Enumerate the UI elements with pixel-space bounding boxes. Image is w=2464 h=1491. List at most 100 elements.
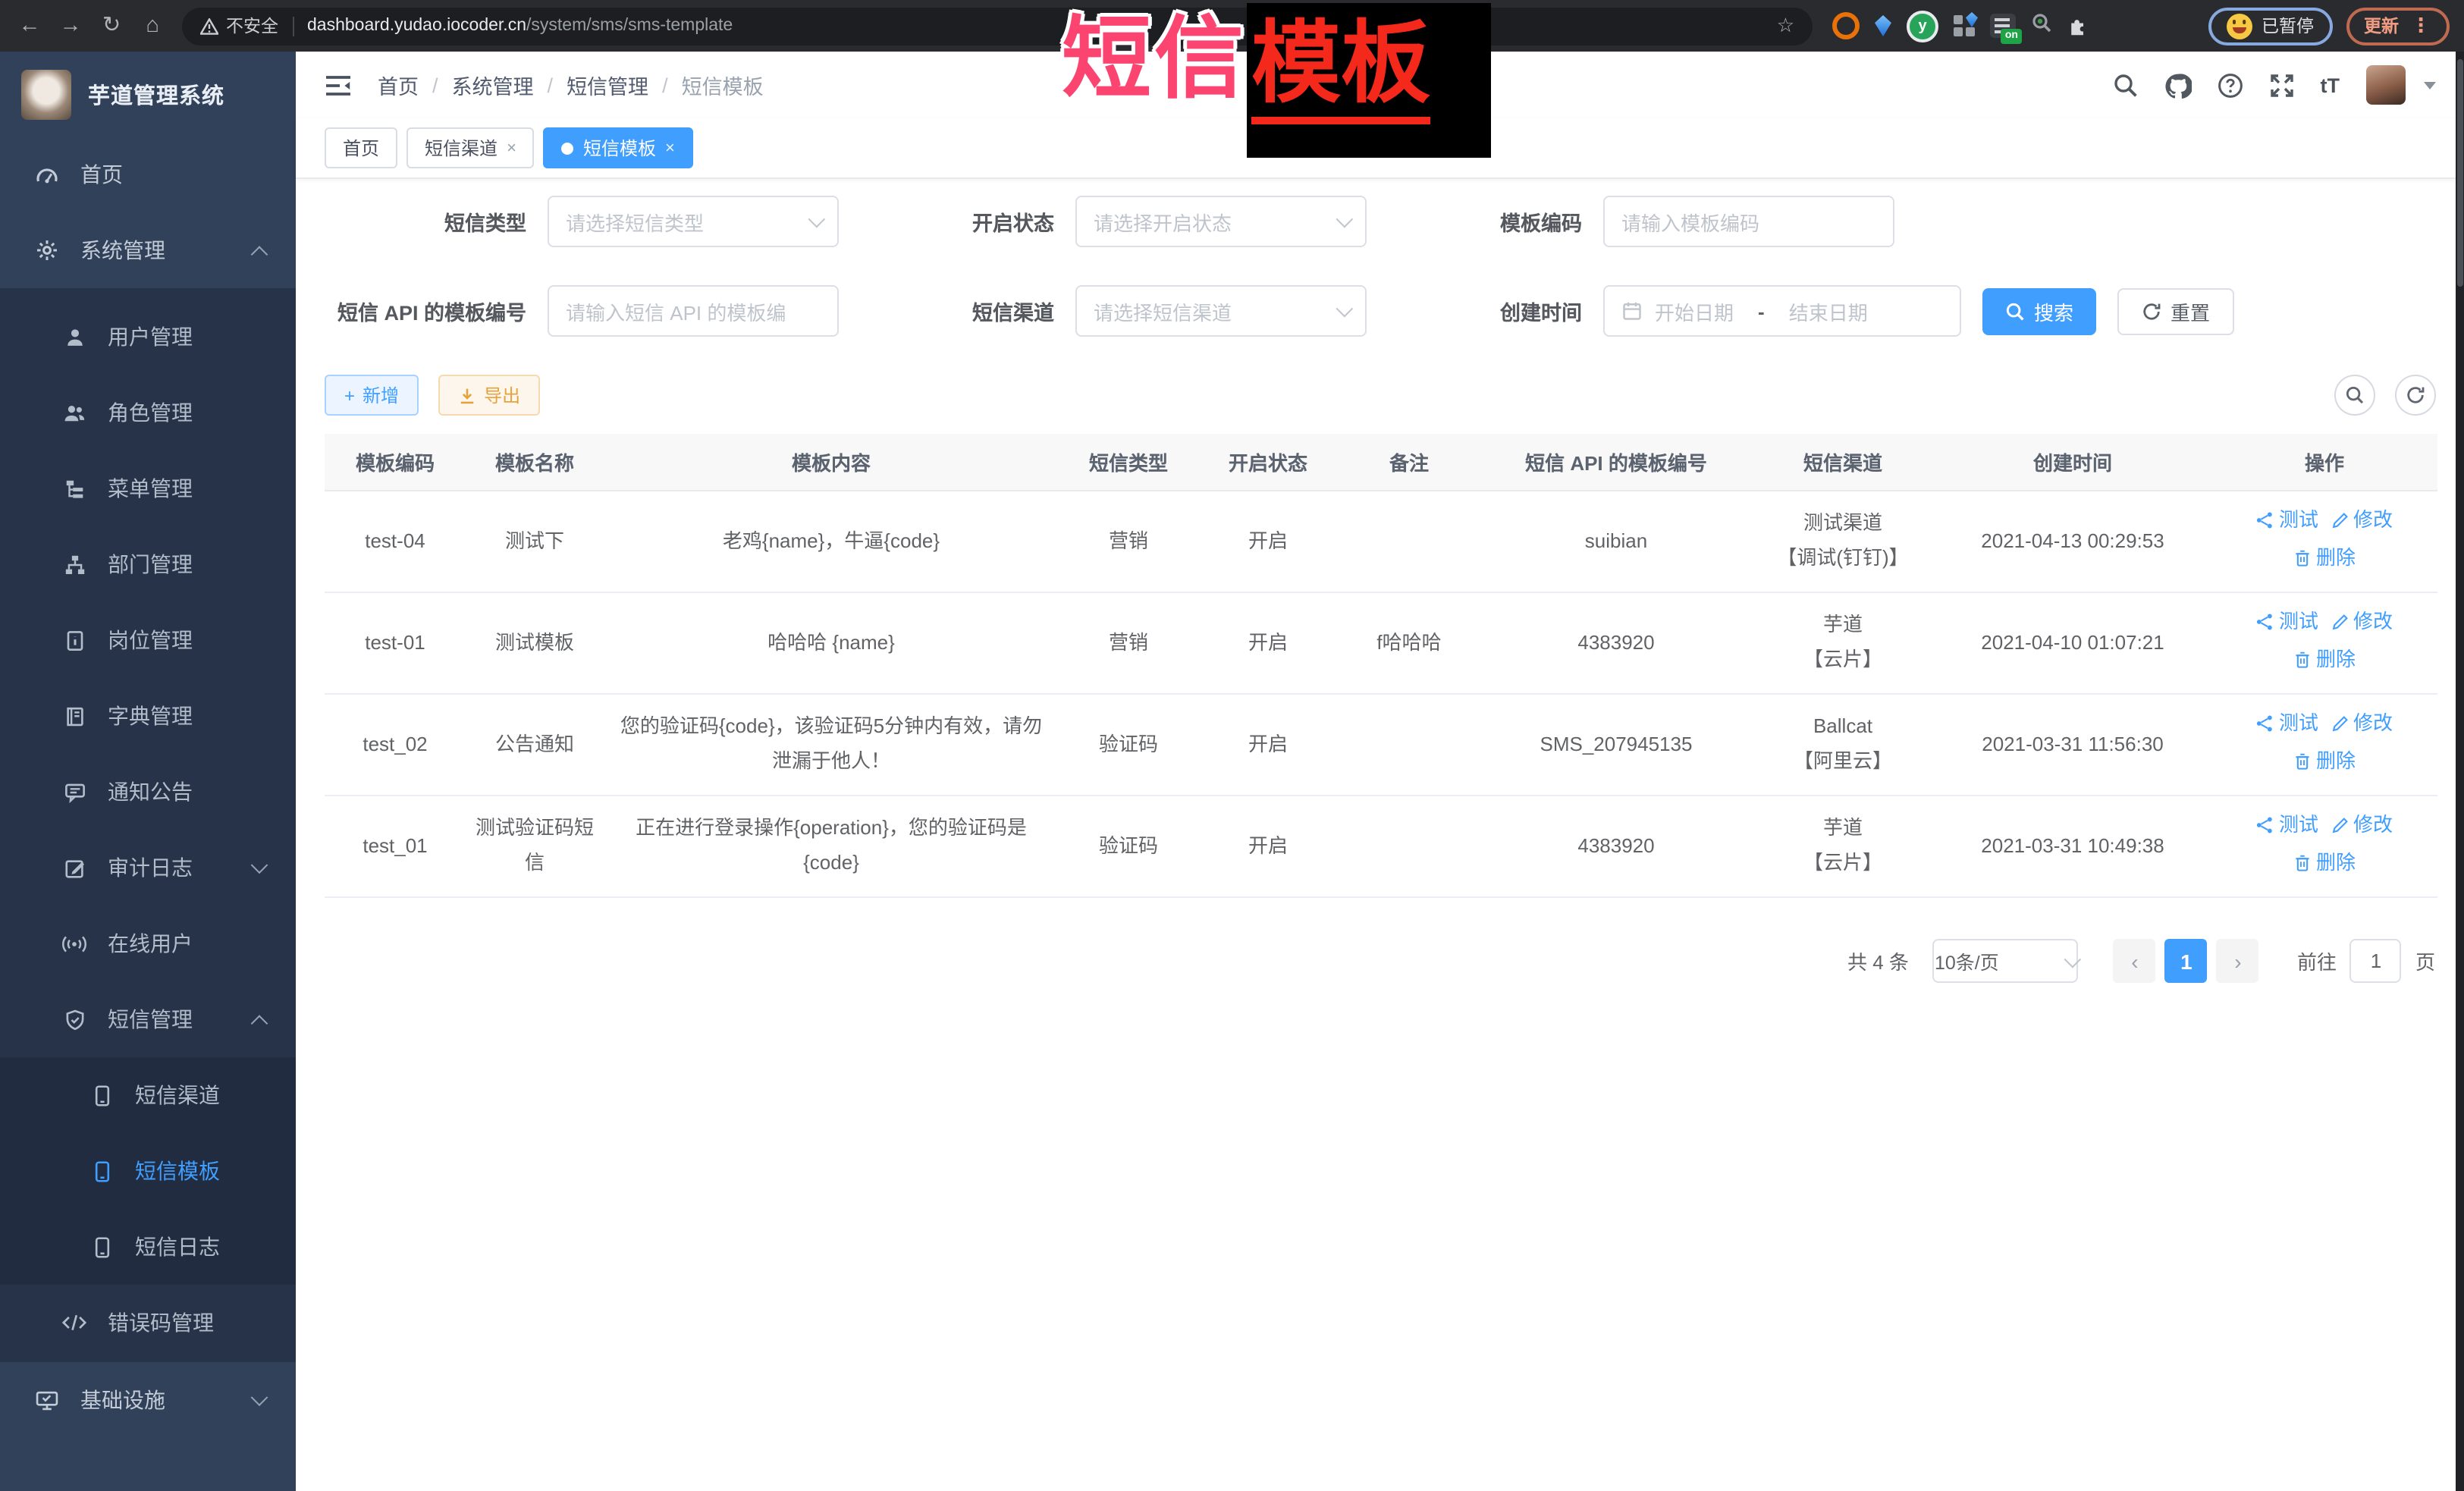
next-page-button[interactable]: ›: [2217, 939, 2259, 983]
close-icon[interactable]: ×: [507, 139, 516, 157]
sidebar-item-online-users[interactable]: 在线用户: [0, 906, 296, 981]
page-1-button[interactable]: 1: [2165, 939, 2208, 983]
sidebar-item-sms-log[interactable]: 短信日志: [0, 1209, 296, 1285]
table-row: test-01 测试模板 哈哈哈 {name} 营销 开启 f哈哈哈 43839…: [325, 592, 2437, 694]
col-actions: 操作: [2211, 434, 2437, 491]
share-icon: [2256, 512, 2274, 530]
app-logo-block[interactable]: 芋道管理系统: [0, 52, 296, 137]
breadcrumb-home[interactable]: 首页: [378, 70, 419, 100]
add-button[interactable]: + 新增: [325, 375, 419, 416]
search-button[interactable]: 搜索: [1982, 287, 2096, 334]
security-warning[interactable]: 不安全: [200, 14, 278, 38]
tab-sms-channel[interactable]: 短信渠道 ×: [406, 127, 535, 168]
delete-link[interactable]: 删除: [2293, 846, 2356, 881]
browser-update-button[interactable]: 更新 ⋮: [2346, 7, 2449, 45]
book-icon: [61, 705, 88, 727]
sidebar-item-infrastructure[interactable]: 基础设施: [0, 1362, 296, 1438]
chevron-down-icon: [251, 1389, 268, 1406]
ext-blue-gem-icon[interactable]: [1875, 15, 1891, 36]
browser-back-button[interactable]: ←: [9, 14, 50, 38]
sidebar-item-sms-template[interactable]: 短信模板: [0, 1133, 296, 1209]
sidebar-item-post-mgmt[interactable]: 岗位管理: [0, 602, 296, 678]
api-template-id-input[interactable]: 请输入短信 API 的模板编: [548, 285, 839, 337]
goto-page-input[interactable]: 1: [2350, 939, 2402, 983]
browser-forward-button[interactable]: →: [50, 14, 91, 38]
sidebar-item-dept-mgmt[interactable]: 部门管理: [0, 526, 296, 602]
sidebar-item-role-mgmt[interactable]: 角色管理: [0, 375, 296, 450]
create-time-label: 创建时间: [1388, 296, 1582, 326]
browser-home-button[interactable]: ⌂: [132, 14, 173, 38]
fullscreen-icon[interactable]: [2269, 72, 2295, 98]
prev-page-button[interactable]: ‹: [2114, 939, 2156, 983]
extension-icons: y on: [1832, 10, 2089, 42]
bookmark-star-icon[interactable]: ☆: [1777, 14, 1794, 38]
sidebar-item-sms-mgmt[interactable]: 短信管理: [0, 981, 296, 1057]
sidebar-item-dict-mgmt[interactable]: 字典管理: [0, 678, 296, 754]
download-icon: [458, 386, 476, 404]
sidebar-item-sms-channel[interactable]: 短信渠道: [0, 1057, 296, 1133]
create-time-range-picker[interactable]: 开始日期 - 结束日期: [1603, 285, 1961, 337]
browser-profile-area: 已暂停 更新 ⋮: [2208, 7, 2449, 45]
ext-magnifier-icon[interactable]: [2031, 11, 2052, 40]
sidebar-item-system-mgmt[interactable]: 系统管理: [0, 212, 296, 288]
gear-icon: [33, 238, 61, 262]
calendar-icon: [1621, 300, 1643, 322]
breadcrumb-sms[interactable]: 短信管理: [567, 70, 648, 100]
sidebar-item-error-code-mgmt[interactable]: 错误码管理: [0, 1285, 296, 1361]
refresh-button[interactable]: [2394, 375, 2435, 416]
edit-link[interactable]: 修改: [2331, 707, 2393, 742]
delete-link[interactable]: 删除: [2293, 643, 2356, 678]
caret-down-icon[interactable]: [2423, 81, 2435, 89]
ext-grid-icon[interactable]: [1954, 15, 1975, 36]
tab-home[interactable]: 首页: [325, 127, 397, 168]
page-scrollbar[interactable]: [2455, 52, 2464, 1491]
page-size-select[interactable]: 10条/页: [1933, 939, 2079, 983]
test-link[interactable]: 测试: [2256, 707, 2318, 742]
edit-link[interactable]: 修改: [2331, 808, 2393, 843]
chevron-down-icon: [1336, 300, 1354, 318]
address-bar[interactable]: 不安全 dashboard.yudao.iocoder.cn/system/sm…: [182, 7, 1813, 45]
test-link[interactable]: 测试: [2256, 808, 2318, 843]
date-start-placeholder: 开始日期: [1655, 297, 1734, 325]
sms-type-select[interactable]: 请选择短信类型: [548, 196, 839, 247]
profile-avatar-emoji: [2227, 13, 2252, 39]
close-icon[interactable]: ×: [665, 139, 675, 157]
test-link[interactable]: 测试: [2256, 605, 2318, 640]
breadcrumb-system[interactable]: 系统管理: [452, 70, 534, 100]
font-size-icon[interactable]: tT: [2321, 74, 2340, 96]
export-button[interactable]: 导出: [438, 375, 540, 416]
delete-link[interactable]: 删除: [2293, 745, 2356, 780]
search-icon[interactable]: [2113, 72, 2139, 98]
avatar[interactable]: [2365, 65, 2405, 105]
sidebar-item-notice-mgmt[interactable]: 通知公告: [0, 754, 296, 830]
edit-link[interactable]: 修改: [2331, 504, 2393, 538]
help-icon[interactable]: [2218, 72, 2243, 98]
profile-paused-chip[interactable]: 已暂停: [2208, 7, 2332, 45]
org-icon: [61, 553, 88, 576]
sidebar-item-user-mgmt[interactable]: 用户管理: [0, 299, 296, 375]
browser-reload-button[interactable]: ↻: [91, 14, 132, 38]
ext-list-on-icon[interactable]: on: [1990, 14, 2016, 38]
table-header-row: 模板编码 模板名称 模板内容 短信类型 开启状态 备注 短信 API 的模板编号…: [325, 434, 2437, 491]
template-code-input[interactable]: 请输入模板编码: [1603, 196, 1894, 247]
reset-button[interactable]: 重置: [2117, 287, 2234, 334]
edit-link[interactable]: 修改: [2331, 605, 2393, 640]
sidebar-item-home[interactable]: 首页: [0, 137, 296, 212]
tab-sms-template[interactable]: 短信模板 ×: [544, 127, 693, 168]
test-link[interactable]: 测试: [2256, 504, 2318, 538]
sidebar-collapse-button[interactable]: [325, 74, 352, 96]
delete-link[interactable]: 删除: [2293, 541, 2356, 576]
sidebar-item-audit-log[interactable]: 审计日志: [0, 830, 296, 906]
ext-orange-ring-icon[interactable]: [1832, 12, 1860, 39]
github-icon[interactable]: [2164, 72, 2192, 98]
share-icon: [2256, 715, 2274, 733]
status-select[interactable]: 请选择开启状态: [1075, 196, 1367, 247]
refresh-icon: [2142, 301, 2161, 321]
show-search-button[interactable]: [2334, 375, 2375, 416]
phone-icon: [88, 1160, 115, 1182]
sidebar-item-menu-mgmt[interactable]: 菜单管理: [0, 450, 296, 526]
browser-menu-dots-icon[interactable]: ⋮: [2411, 14, 2431, 38]
ext-green-y-icon[interactable]: y: [1907, 10, 1938, 42]
channel-select[interactable]: 请选择短信渠道: [1075, 285, 1367, 337]
extensions-puzzle-icon[interactable]: [2067, 15, 2089, 36]
